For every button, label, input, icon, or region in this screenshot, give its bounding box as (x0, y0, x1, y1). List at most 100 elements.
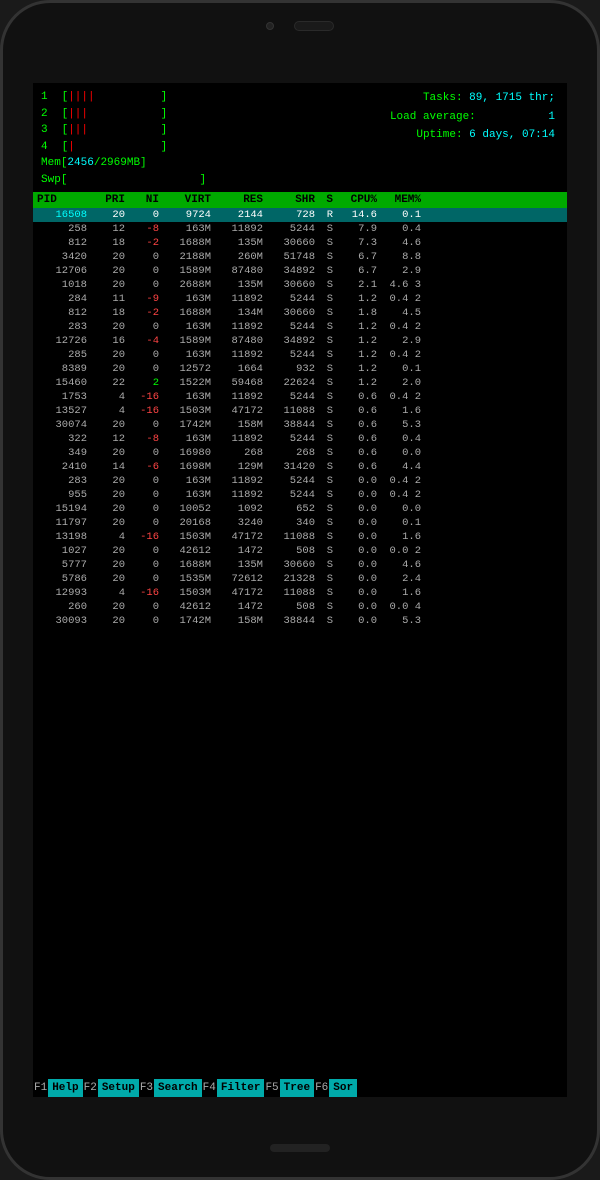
table-row[interactable]: 1753 4 -16 163M 11892 5244 S 0.6 0.4 2 (33, 390, 567, 404)
virt: 1535M (161, 573, 213, 585)
fn-label[interactable]: Tree (280, 1079, 314, 1097)
cpu-pct: 0.0 (335, 573, 379, 585)
col-cpu: CPU% (335, 194, 379, 206)
res: 158M (213, 615, 265, 627)
table-row[interactable]: 13198 4 -16 1503M 47172 11088 S 0.0 1.6 (33, 530, 567, 544)
res: 11892 (213, 293, 265, 305)
pri: 20 (89, 475, 127, 487)
virt: 1503M (161, 405, 213, 417)
table-row[interactable]: 955 20 0 163M 11892 5244 S 0.0 0.4 2 (33, 488, 567, 502)
table-row[interactable]: 2410 14 -6 1698M 129M 31420 S 0.6 4.4 (33, 460, 567, 474)
table-row[interactable]: 1027 20 0 42612 1472 508 S 0.0 0.0 2 (33, 544, 567, 558)
ni: 0 (127, 321, 161, 333)
pri: 20 (89, 279, 127, 291)
col-pid: PID (37, 194, 89, 206)
pid: 283 (37, 321, 89, 333)
table-row[interactable]: 284 11 -9 163M 11892 5244 S 1.2 0.4 2 (33, 292, 567, 306)
ni: -16 (127, 531, 161, 543)
ni: 0 (127, 363, 161, 375)
mem-pct: 0.4 2 (379, 293, 423, 305)
fn-label[interactable]: Setup (98, 1079, 139, 1097)
cpu-pct: 1.2 (335, 293, 379, 305)
fn-button-search[interactable]: F3 Search (139, 1079, 202, 1097)
fn-button-help[interactable]: F1 Help (33, 1079, 83, 1097)
table-row[interactable]: 258 12 -8 163M 11892 5244 S 7.9 0.4 (33, 222, 567, 236)
table-row[interactable]: 322 12 -8 163M 11892 5244 S 0.6 0.4 (33, 432, 567, 446)
pri: 20 (89, 503, 127, 515)
fn-button-sor[interactable]: F6 Sor (314, 1079, 357, 1097)
table-row[interactable]: 30074 20 0 1742M 158M 38844 S 0.6 5.3 (33, 418, 567, 432)
table-row[interactable]: 12706 20 0 1589M 87480 34892 S 6.7 2.9 (33, 264, 567, 278)
pid: 30074 (37, 419, 89, 431)
res: 59468 (213, 377, 265, 389)
virt: 163M (161, 489, 213, 501)
cpu-pct: 0.6 (335, 405, 379, 417)
process-list[interactable]: 16508 20 0 9724 2144 728 R 14.6 0.1 258 … (33, 208, 567, 1079)
state: S (317, 223, 335, 235)
state: S (317, 293, 335, 305)
pid: 5786 (37, 573, 89, 585)
col-s: S (317, 194, 335, 206)
tasks-line: Tasks: 89, 1715 thr; (390, 89, 555, 108)
shr: 34892 (265, 335, 317, 347)
state: S (317, 615, 335, 627)
table-row[interactable]: 812 18 -2 1688M 135M 30660 S 7.3 4.6 (33, 236, 567, 250)
fn-key: F1 (33, 1079, 48, 1097)
table-row[interactable]: 3420 20 0 2188M 260M 51748 S 6.7 8.8 (33, 250, 567, 264)
cpu-pct: 0.0 (335, 489, 379, 501)
ni: -2 (127, 307, 161, 319)
table-row[interactable]: 283 20 0 163M 11892 5244 S 0.0 0.4 2 (33, 474, 567, 488)
pid: 15194 (37, 503, 89, 515)
fn-button-tree[interactable]: F5 Tree (264, 1079, 314, 1097)
table-row[interactable]: 15460 22 2 1522M 59468 22624 S 1.2 2.0 (33, 376, 567, 390)
state: S (317, 265, 335, 277)
pri: 20 (89, 615, 127, 627)
ni: -6 (127, 461, 161, 473)
mem-pct: 0.4 (379, 433, 423, 445)
speaker-grille (294, 21, 334, 31)
cpu-pct: 7.9 (335, 223, 379, 235)
res: 1664 (213, 363, 265, 375)
cpu-pct: 0.0 (335, 545, 379, 557)
table-row[interactable]: 15194 20 0 10052 1092 652 S 0.0 0.0 (33, 502, 567, 516)
table-row[interactable]: 349 20 0 16980 268 268 S 0.6 0.0 (33, 446, 567, 460)
pid: 30093 (37, 615, 89, 627)
fn-label[interactable]: Sor (329, 1079, 357, 1097)
table-row[interactable]: 260 20 0 42612 1472 508 S 0.0 0.0 4 (33, 600, 567, 614)
pid: 258 (37, 223, 89, 235)
table-row[interactable]: 13527 4 -16 1503M 47172 11088 S 0.6 1.6 (33, 404, 567, 418)
fn-button-filter[interactable]: F4 Filter (202, 1079, 265, 1097)
table-row[interactable]: 5777 20 0 1688M 135M 30660 S 0.0 4.6 (33, 558, 567, 572)
shr: 5244 (265, 489, 317, 501)
table-row[interactable]: 285 20 0 163M 11892 5244 S 1.2 0.4 2 (33, 348, 567, 362)
table-row[interactable]: 30093 20 0 1742M 158M 38844 S 0.0 5.3 (33, 614, 567, 628)
cpu-bars: 1 [ |||| ] 2 [ ||| ] 3 [ (41, 89, 390, 188)
fn-label[interactable]: Help (48, 1079, 82, 1097)
res: 158M (213, 419, 265, 431)
fn-label[interactable]: Filter (217, 1079, 265, 1097)
table-row[interactable]: 8389 20 0 12572 1664 932 S 1.2 0.1 (33, 362, 567, 376)
pid: 2410 (37, 461, 89, 473)
ni: 0 (127, 489, 161, 501)
cpu-num-4: 4 (41, 139, 55, 156)
pid: 11797 (37, 517, 89, 529)
table-row[interactable]: 11797 20 0 20168 3240 340 S 0.0 0.1 (33, 516, 567, 530)
mem-pct: 1.6 (379, 531, 423, 543)
table-row[interactable]: 812 18 -2 1688M 134M 30660 S 1.8 4.5 (33, 306, 567, 320)
fn-button-setup[interactable]: F2 Setup (83, 1079, 139, 1097)
table-row[interactable]: 5786 20 0 1535M 72612 21328 S 0.0 2.4 (33, 572, 567, 586)
table-row[interactable]: 12726 16 -4 1589M 87480 34892 S 1.2 2.9 (33, 334, 567, 348)
table-row[interactable]: 16508 20 0 9724 2144 728 R 14.6 0.1 (33, 208, 567, 222)
virt: 163M (161, 475, 213, 487)
res: 1472 (213, 545, 265, 557)
cpu-pct: 0.6 (335, 391, 379, 403)
mem-pct: 0.4 2 (379, 321, 423, 333)
table-row[interactable]: 12993 4 -16 1503M 47172 11088 S 0.0 1.6 (33, 586, 567, 600)
shr: 5244 (265, 349, 317, 361)
table-row[interactable]: 1018 20 0 2688M 135M 30660 S 2.1 4.6 3 (33, 278, 567, 292)
table-row[interactable]: 283 20 0 163M 11892 5244 S 1.2 0.4 2 (33, 320, 567, 334)
res: 260M (213, 251, 265, 263)
virt: 16980 (161, 447, 213, 459)
shr: 21328 (265, 573, 317, 585)
fn-label[interactable]: Search (154, 1079, 202, 1097)
